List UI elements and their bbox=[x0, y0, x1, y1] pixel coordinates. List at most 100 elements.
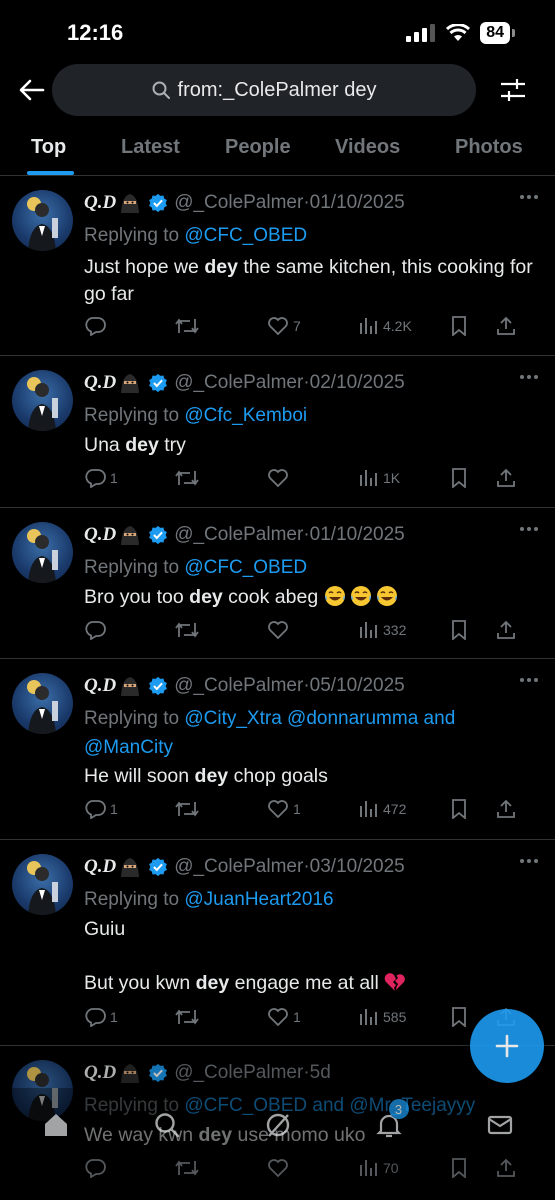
handle[interactable]: @_ColePalmer bbox=[174, 524, 303, 546]
like-button[interactable]: 1 bbox=[267, 1007, 359, 1027]
avatar[interactable] bbox=[12, 370, 73, 431]
more-options-icon[interactable] bbox=[519, 194, 539, 200]
display-name[interactable]: Q.D bbox=[84, 675, 116, 697]
more-options-icon[interactable] bbox=[519, 374, 539, 380]
views-button[interactable]: 70 bbox=[359, 1159, 451, 1177]
bookmark-button[interactable] bbox=[451, 1158, 496, 1178]
like-button[interactable] bbox=[267, 1158, 359, 1178]
tweet[interactable]: Q.D @_ColePalmer · 01/10/2025 Replying t… bbox=[0, 176, 555, 356]
avatar[interactable] bbox=[12, 854, 73, 915]
tab-videos[interactable]: Videos bbox=[335, 136, 400, 159]
display-name[interactable]: Q.D bbox=[84, 372, 116, 394]
reply-button[interactable] bbox=[84, 1158, 174, 1178]
timestamp[interactable]: 02/10/2025 bbox=[310, 372, 405, 394]
more-options-icon[interactable] bbox=[519, 858, 539, 864]
view-count: 70 bbox=[383, 1160, 399, 1176]
timestamp[interactable]: 01/10/2025 bbox=[310, 524, 405, 546]
timestamp[interactable]: 01/10/2025 bbox=[310, 192, 405, 214]
search-filter-button[interactable] bbox=[497, 74, 529, 106]
tab-people[interactable]: People bbox=[225, 136, 291, 159]
search-icon bbox=[152, 81, 170, 99]
tweet[interactable]: Q.D @_ColePalmer · 05/10/2025 Replying t… bbox=[0, 659, 555, 840]
handle[interactable]: @_ColePalmer bbox=[174, 372, 303, 394]
reply-button[interactable] bbox=[84, 316, 174, 336]
nav-messages[interactable] bbox=[480, 1105, 520, 1145]
nav-notifications[interactable]: 3 bbox=[369, 1099, 409, 1145]
reply-mention[interactable]: @Cfc_Kemboi bbox=[184, 405, 307, 426]
tweet-header: Q.D @_ColePalmer · 5d bbox=[84, 1062, 331, 1084]
share-button[interactable] bbox=[496, 316, 516, 336]
handle[interactable]: @_ColePalmer bbox=[174, 192, 303, 214]
tweet[interactable]: Q.D @_ColePalmer · 01/10/2025 Replying t… bbox=[0, 508, 555, 659]
handle[interactable]: @_ColePalmer bbox=[174, 1062, 303, 1084]
retweet-icon bbox=[175, 801, 199, 817]
views-button[interactable]: 585 bbox=[359, 1008, 451, 1026]
handle[interactable]: @_ColePalmer bbox=[174, 856, 303, 878]
bookmark-button[interactable] bbox=[451, 468, 496, 488]
views-button[interactable]: 1K bbox=[359, 469, 451, 487]
bookmark-button[interactable] bbox=[451, 620, 496, 640]
retweet-button[interactable] bbox=[174, 468, 267, 488]
timestamp[interactable]: 05/10/2025 bbox=[310, 675, 405, 697]
timestamp[interactable]: 5d bbox=[310, 1062, 331, 1084]
tweet-header: Q.D @_ColePalmer · 05/10/2025 bbox=[84, 675, 405, 697]
avatar[interactable] bbox=[12, 190, 73, 251]
search-input[interactable]: from:_ColePalmer dey bbox=[52, 64, 476, 116]
tab-photos[interactable]: Photos bbox=[455, 136, 523, 159]
display-name[interactable]: Q.D bbox=[84, 1062, 116, 1084]
reply-icon bbox=[85, 317, 106, 336]
reply-button[interactable]: 1 bbox=[84, 468, 174, 488]
share-button[interactable] bbox=[496, 620, 516, 640]
reply-mention[interactable]: @CFC_OBED bbox=[184, 557, 307, 578]
reply-button[interactable] bbox=[84, 620, 174, 640]
views-button[interactable]: 4.2K bbox=[359, 317, 451, 335]
retweet-button[interactable] bbox=[174, 1158, 267, 1178]
reply-mention[interactable]: @JuanHeart2016 bbox=[184, 889, 333, 910]
handle[interactable]: @_ColePalmer bbox=[174, 675, 303, 697]
timestamp[interactable]: 03/10/2025 bbox=[310, 856, 405, 878]
retweet-button[interactable] bbox=[174, 316, 267, 336]
reply-mention[interactable]: @CFC_OBED bbox=[184, 225, 307, 246]
plus-icon bbox=[495, 1034, 519, 1058]
bookmark-icon bbox=[452, 1007, 466, 1027]
more-options-icon[interactable] bbox=[519, 526, 539, 532]
display-name[interactable]: Q.D bbox=[84, 856, 116, 878]
like-button[interactable] bbox=[267, 620, 359, 640]
avatar[interactable] bbox=[12, 673, 73, 734]
share-button[interactable] bbox=[496, 468, 516, 488]
reply-button[interactable]: 1 bbox=[84, 799, 174, 819]
nav-search[interactable] bbox=[147, 1105, 187, 1145]
like-button[interactable] bbox=[267, 468, 359, 488]
reply-button[interactable]: 1 bbox=[84, 1007, 174, 1027]
bookmark-button[interactable] bbox=[451, 316, 496, 336]
tab-top[interactable]: Top bbox=[31, 136, 66, 159]
bookmark-icon bbox=[452, 620, 466, 640]
retweet-button[interactable] bbox=[174, 620, 267, 640]
share-button[interactable] bbox=[496, 1158, 516, 1178]
avatar[interactable] bbox=[12, 522, 73, 583]
share-button[interactable] bbox=[496, 799, 516, 819]
compose-post-button[interactable] bbox=[470, 1009, 544, 1083]
views-chart-icon bbox=[360, 318, 377, 334]
display-name[interactable]: Q.D bbox=[84, 192, 116, 214]
more-options-icon[interactable] bbox=[519, 677, 539, 683]
tweet[interactable]: Q.D @_ColePalmer · 03/10/2025 Replying t… bbox=[0, 840, 555, 1046]
retweet-button[interactable] bbox=[174, 799, 267, 819]
nav-grok[interactable] bbox=[258, 1105, 298, 1145]
views-button[interactable]: 332 bbox=[359, 621, 451, 639]
back-button[interactable] bbox=[16, 74, 48, 106]
reply-icon bbox=[85, 1159, 106, 1178]
retweet-button[interactable] bbox=[174, 1007, 267, 1027]
tweet[interactable]: Q.D @_ColePalmer · 02/10/2025 Replying t… bbox=[0, 356, 555, 508]
nav-home[interactable] bbox=[36, 1105, 76, 1145]
like-button[interactable]: 1 bbox=[267, 799, 359, 819]
replying-prefix: Replying to bbox=[84, 889, 185, 910]
tab-latest[interactable]: Latest bbox=[121, 136, 180, 159]
grok-icon bbox=[266, 1113, 289, 1137]
display-name[interactable]: Q.D bbox=[84, 524, 116, 546]
like-button[interactable]: 7 bbox=[267, 316, 359, 336]
view-count: 585 bbox=[383, 1009, 407, 1025]
bookmark-button[interactable] bbox=[451, 799, 496, 819]
tweet-header: Q.D @_ColePalmer · 01/10/2025 bbox=[84, 524, 405, 546]
views-button[interactable]: 472 bbox=[359, 800, 451, 818]
